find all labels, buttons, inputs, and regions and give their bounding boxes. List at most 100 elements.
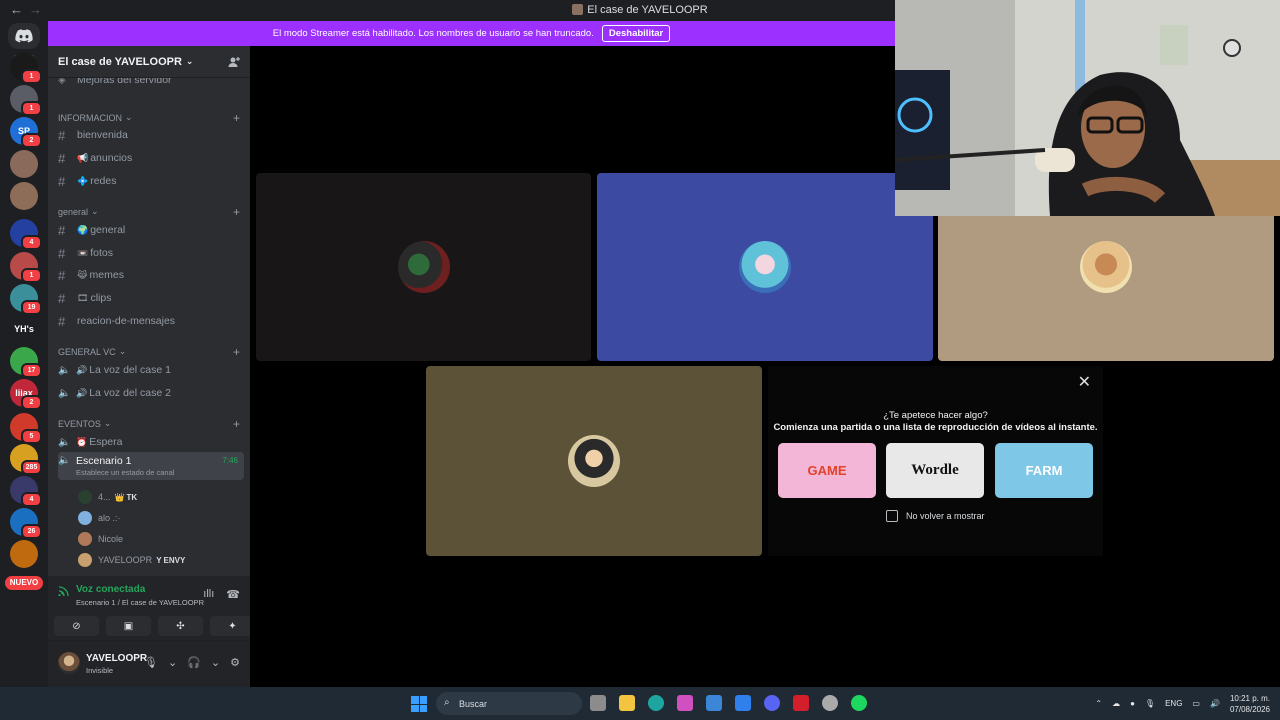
microphone-icon[interactable]: 🎙 bbox=[1145, 699, 1155, 708]
server-icon[interactable]: 1 bbox=[10, 53, 42, 84]
voice-location[interactable]: Escenario 1 / El case de YAVELOOPR bbox=[76, 598, 204, 607]
server-icon[interactable]: 5 bbox=[10, 413, 42, 444]
noise-suppression-icon[interactable]: ıllı bbox=[203, 588, 214, 601]
edge-icon[interactable] bbox=[648, 695, 664, 711]
guild-header[interactable]: El case de YAVELOOPR ⌄ bbox=[48, 46, 250, 78]
onedrive-icon[interactable]: ☁ bbox=[1112, 699, 1120, 708]
mention-badge: 1 bbox=[21, 268, 42, 283]
chevron-down-icon[interactable]: ⌄ bbox=[168, 656, 177, 669]
channel-item[interactable]: # bienvenida bbox=[58, 125, 244, 145]
avatar[interactable] bbox=[58, 652, 80, 674]
discord-taskbar-icon[interactable] bbox=[764, 695, 780, 711]
channel-item[interactable]: # 🎞 clips bbox=[58, 288, 244, 308]
chevron-down-icon: ⌄ bbox=[125, 112, 133, 122]
file-explorer-icon[interactable] bbox=[619, 695, 635, 711]
username[interactable]: YAVELOOPR bbox=[86, 653, 147, 664]
participant-tile[interactable] bbox=[426, 366, 762, 556]
dont-show-again-checkbox[interactable] bbox=[886, 510, 898, 522]
create-channel-icon[interactable]: + bbox=[233, 417, 240, 431]
server-icon[interactable]: 17 bbox=[10, 347, 42, 378]
voice-member[interactable]: YAVELOOPR Y ENVY bbox=[78, 551, 238, 568]
microphone-icon[interactable]: 🎙 bbox=[144, 656, 158, 669]
create-channel-icon[interactable]: + bbox=[233, 205, 240, 219]
roblox-icon[interactable] bbox=[793, 695, 809, 711]
participant-tile[interactable] bbox=[597, 173, 933, 361]
server-boost-item[interactable]: ◈ Mejoras del servidor bbox=[58, 78, 244, 90]
steam-icon[interactable] bbox=[822, 695, 838, 711]
signal-icon bbox=[58, 586, 69, 596]
game-card[interactable]: GAME bbox=[778, 443, 876, 498]
headphones-icon[interactable]: 🎧 bbox=[187, 656, 201, 669]
create-channel-icon[interactable]: + bbox=[233, 111, 240, 125]
server-icon[interactable]: 4 bbox=[10, 219, 42, 250]
taskbar-search[interactable]: ⌕ Buscar bbox=[436, 692, 582, 715]
defender-icon[interactable] bbox=[735, 695, 751, 711]
disconnect-icon[interactable]: ☎ bbox=[226, 588, 240, 601]
server-icon[interactable]: liiax 2 bbox=[10, 379, 42, 410]
active-stage-channel[interactable]: 🔈 Escenario 1 7:46 Establece un estado de c… bbox=[58, 452, 244, 480]
close-icon[interactable]: ✕ bbox=[1078, 372, 1091, 392]
channel-item[interactable]: # 💠 redes bbox=[58, 171, 244, 191]
server-icon[interactable] bbox=[10, 150, 38, 178]
volume-icon[interactable]: 🔊 bbox=[1210, 699, 1220, 708]
spotify-icon[interactable] bbox=[851, 695, 867, 711]
disable-streamer-button[interactable]: Deshabilitar bbox=[601, 25, 671, 42]
server-icon[interactable]: 285 bbox=[10, 444, 42, 475]
server-icon[interactable]: SP 2 bbox=[10, 117, 42, 148]
mention-badge: 285 bbox=[21, 460, 42, 475]
gear-icon[interactable]: ⚙ bbox=[230, 656, 240, 669]
clock[interactable]: 10:21 p. m. 07/08/2026 bbox=[1230, 693, 1270, 715]
game-card[interactable]: Wordle bbox=[886, 443, 984, 498]
channel-label: reacion-de-mensajes bbox=[77, 315, 176, 327]
server-icon[interactable]: 4 bbox=[10, 476, 42, 507]
store-icon[interactable] bbox=[706, 695, 722, 711]
server-rail: 1 1 SP 2 4 1 19 YH's 17 liiax 2 5 285 4 26 NUEVO bbox=[0, 21, 48, 687]
server-icon[interactable]: 1 bbox=[10, 85, 42, 116]
soundboard-button[interactable]: ✦ bbox=[210, 616, 255, 636]
server-icon[interactable]: 19 bbox=[10, 284, 42, 315]
network-icon[interactable]: ▭ bbox=[1192, 699, 1200, 708]
channel-category[interactable]: general ⌄ + bbox=[58, 205, 240, 219]
server-icon[interactable] bbox=[10, 182, 38, 210]
share-screen-button[interactable]: ▣ bbox=[106, 616, 151, 636]
voice-status[interactable]: Voz conectada bbox=[58, 584, 145, 596]
camera-off-button[interactable]: ⊘ bbox=[54, 616, 99, 636]
hash-icon: # bbox=[58, 222, 66, 238]
channel-category[interactable]: INFORMACION ⌄ + bbox=[58, 111, 240, 125]
start-button[interactable] bbox=[411, 696, 427, 712]
voice-member[interactable]: alo .:· bbox=[78, 509, 238, 527]
dont-show-again-label[interactable]: No volver a mostrar bbox=[906, 511, 985, 521]
task-view-icon[interactable] bbox=[590, 695, 606, 711]
copilot-icon[interactable] bbox=[677, 695, 693, 711]
channel-item[interactable]: # reacion-de-mensajes bbox=[58, 311, 244, 331]
channel-item[interactable]: # 😹 memes bbox=[58, 265, 244, 285]
create-channel-icon[interactable]: + bbox=[233, 345, 240, 359]
channel-item[interactable]: # 📢 anuncios bbox=[58, 148, 244, 168]
channel-item[interactable]: # 📼 fotos bbox=[58, 243, 244, 263]
add-user-icon[interactable] bbox=[228, 56, 240, 68]
app-tray-icon[interactable]: ● bbox=[1130, 699, 1135, 708]
channel-status[interactable]: Establece un estado de canal bbox=[76, 468, 174, 477]
avatar bbox=[78, 532, 92, 546]
mention-badge: 17 bbox=[21, 363, 42, 378]
mention-badge: 2 bbox=[21, 133, 42, 148]
language-indicator[interactable]: ENG bbox=[1165, 699, 1182, 708]
chevron-down-icon[interactable]: ⌄ bbox=[211, 656, 220, 669]
participant-tile[interactable] bbox=[256, 173, 591, 361]
voice-member[interactable]: 4... 👑 TK bbox=[78, 488, 238, 506]
server-icon[interactable]: 26 bbox=[10, 508, 42, 539]
activities-button[interactable]: ✣ bbox=[158, 616, 203, 636]
channel-item[interactable]: 🔈 🔊 La voz del case 1 bbox=[58, 360, 244, 380]
channel-category[interactable]: EVENTOS ⌄ + bbox=[58, 417, 240, 431]
channel-item[interactable]: 🔈 ⏰ Espera bbox=[58, 432, 244, 452]
server-icon[interactable]: YH's bbox=[10, 315, 38, 343]
chevron-up-icon[interactable]: ⌃ bbox=[1095, 699, 1102, 708]
discord-home-button[interactable] bbox=[8, 23, 40, 49]
channel-item[interactable]: # 🌍 general bbox=[58, 220, 244, 240]
game-card[interactable]: FARM bbox=[995, 443, 1093, 498]
server-icon[interactable]: 1 bbox=[10, 252, 42, 283]
channel-category[interactable]: GENERAL VC ⌄ + bbox=[58, 345, 240, 359]
server-icon[interactable] bbox=[10, 540, 38, 568]
voice-member[interactable]: Nicole bbox=[78, 530, 238, 548]
channel-item[interactable]: 🔈 🔊 La voz del case 2 bbox=[58, 383, 244, 403]
